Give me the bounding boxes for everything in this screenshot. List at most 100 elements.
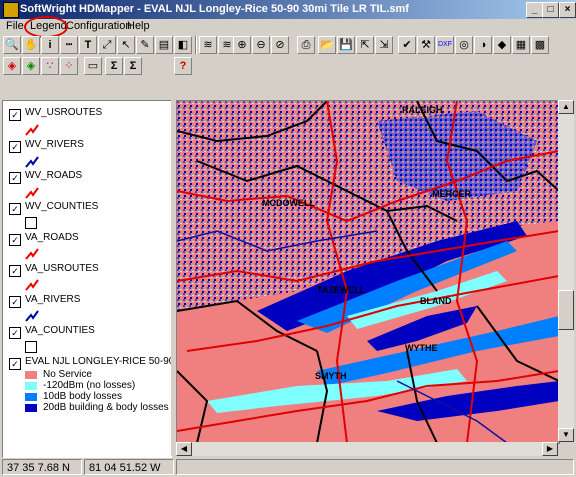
diagonal-arrow-icon[interactable]: ⤢ (98, 36, 116, 54)
map-label: WYTHE (405, 343, 438, 353)
tools-icon[interactable]: ⚒ (417, 36, 435, 54)
layer-name: VA_COUNTIES (25, 325, 95, 336)
scroll-left-icon[interactable]: ◀ (176, 442, 192, 456)
magnifier-icon[interactable]: 🔍 (3, 36, 21, 54)
pin-icon[interactable]: ✎ (136, 36, 154, 54)
hand-pan-icon[interactable]: ✋ (22, 36, 40, 54)
layer-checkbox-wv-counties[interactable]: ✓ (9, 203, 21, 215)
red-line-symbol-icon (25, 124, 39, 136)
layer-name: VA_RIVERS (25, 294, 81, 305)
info-icon[interactable]: i (41, 36, 59, 54)
layer-checkbox-wv-rivers[interactable]: ✓ (9, 141, 21, 153)
highlight-circle (24, 16, 68, 38)
blue-line-symbol-icon (25, 310, 39, 322)
map-label: MCDOWELL (262, 198, 315, 208)
globe-icon[interactable]: ◑ (474, 36, 492, 54)
legend-swatch-label: No Service (43, 369, 92, 380)
layer-checkbox-va-rivers[interactable]: ✓ (9, 296, 21, 308)
menu-file[interactable]: File (6, 20, 24, 32)
scroll-up-icon[interactable]: ▲ (558, 100, 574, 114)
map-label: SMYTH (315, 371, 347, 381)
layer-name: WV_USROUTES (25, 107, 103, 118)
layers-color-icon[interactable]: ◈ (22, 57, 40, 75)
status-bar: 37 35 7.68 N 81 04 51.52 W (0, 458, 576, 477)
color-grid-icon[interactable]: ▩ (531, 36, 549, 54)
sheet-icon[interactable]: ▭ (84, 57, 102, 75)
satellite-icon[interactable]: ◆ (493, 36, 511, 54)
scroll-thumb[interactable] (558, 290, 574, 330)
print-icon[interactable]: ⎙ (297, 36, 315, 54)
legend-swatch (25, 393, 37, 401)
stack-icon[interactable]: ≋ (199, 36, 217, 54)
layer-checkbox-va-usroutes[interactable]: ✓ (9, 265, 21, 277)
map-label: MERCER (432, 189, 472, 199)
scroll-down-icon[interactable]: ▼ (558, 428, 574, 442)
map-icon[interactable]: ▤ (155, 36, 173, 54)
import-icon[interactable]: ⇲ (375, 36, 393, 54)
layer-name: WV_RIVERS (25, 139, 84, 150)
status-message (176, 459, 574, 475)
legend-swatch-label: -120dBm (no losses) (43, 380, 136, 391)
layer-name: VA_USROUTES (25, 263, 99, 274)
app-icon (3, 2, 19, 18)
box-symbol-icon (25, 217, 37, 229)
layer-checkbox-coverage[interactable]: ✓ (9, 358, 21, 370)
open-folder-icon[interactable]: 📂 (318, 36, 336, 54)
scroll-right-icon[interactable]: ▶ (542, 442, 558, 456)
layer-checkbox-va-counties[interactable]: ✓ (9, 327, 21, 339)
menu-configuration[interactable]: Configuration (66, 20, 131, 32)
export-icon[interactable]: ⇱ (356, 36, 374, 54)
layers-icon[interactable]: ◧ (174, 36, 192, 54)
legend-swatch (25, 382, 37, 390)
menu-bar: File Legend Configuration Help (0, 19, 576, 34)
grid-icon[interactable]: ▦ (512, 36, 530, 54)
map-label: TAZEWELL (317, 285, 366, 295)
toolbar-separator (195, 36, 197, 54)
legend-panel: ✓ WV_USROUTES ✓ WV_RIVERS ✓ WV_ROADS ✓ W… (2, 100, 199, 458)
layer-color-icon[interactable]: ◈ (3, 57, 21, 75)
scatter-icon[interactable]: ∵ (41, 57, 59, 75)
layer-name: WV_COUNTIES (25, 201, 99, 212)
maximize-button[interactable]: □ (542, 2, 559, 18)
menu-help[interactable]: Help (127, 20, 150, 32)
status-latitude: 37 35 7.68 N (2, 459, 82, 475)
window-title: SoftWright HDMapper - EVAL NJL Longley-R… (20, 3, 409, 15)
red-line-symbol-icon (25, 279, 39, 291)
status-longitude: 81 04 51.52 W (84, 459, 174, 475)
close-button[interactable]: × (559, 2, 576, 18)
legend-swatch-label: 10dB body losses (43, 391, 122, 402)
sigma-list-icon[interactable]: Σ (124, 57, 142, 75)
layer-name: WV_ROADS (25, 170, 83, 181)
layer-name: VA_ROADS (25, 232, 79, 243)
ruler-icon[interactable]: ┅ (60, 36, 78, 54)
no-zoom-icon[interactable]: ⊘ (271, 36, 289, 54)
map-canvas[interactable]: RALEIGH MERCER MCDOWELL BLAND WYTHE SMYT… (176, 100, 560, 444)
zoom-out-icon[interactable]: ⊖ (252, 36, 270, 54)
text-tool-icon[interactable]: T (79, 36, 97, 54)
map-label: BLAND (420, 296, 452, 306)
coverage-map[interactable]: RALEIGH MERCER MCDOWELL BLAND WYTHE SMYT… (177, 101, 559, 443)
legend-swatch-label: 20dB building & body losses (43, 402, 169, 413)
sigma-icon[interactable]: Σ (105, 57, 123, 75)
box-symbol-icon (25, 341, 37, 353)
minimize-button[interactable]: _ (526, 2, 543, 18)
layer-checkbox-va-roads[interactable]: ✓ (9, 234, 21, 246)
red-line-symbol-icon (25, 248, 39, 260)
horizontal-scrollbar[interactable]: ◀ ▶ (176, 442, 558, 456)
dxf-icon[interactable]: DXF (436, 36, 454, 54)
zoom-in-icon[interactable]: ⊕ (233, 36, 251, 54)
vertical-scrollbar[interactable]: ▲ ▼ (558, 100, 574, 442)
legend-swatch (25, 404, 37, 412)
save-icon[interactable]: 💾 (337, 36, 355, 54)
pointer-icon[interactable]: ↖ (117, 36, 135, 54)
circle-icon[interactable]: ◎ (455, 36, 473, 54)
check-icon[interactable]: ✔ (398, 36, 416, 54)
title-bar: SoftWright HDMapper - EVAL NJL Longley-R… (0, 0, 576, 19)
help-icon[interactable]: ? (174, 57, 192, 75)
red-line-symbol-icon (25, 187, 39, 199)
blue-line-symbol-icon (25, 156, 39, 168)
layer-checkbox-wv-roads[interactable]: ✓ (9, 172, 21, 184)
scatter2-icon[interactable]: ⁘ (60, 57, 78, 75)
layer-checkbox-wv-usroutes[interactable]: ✓ (9, 109, 21, 121)
map-label: RALEIGH (402, 105, 443, 115)
